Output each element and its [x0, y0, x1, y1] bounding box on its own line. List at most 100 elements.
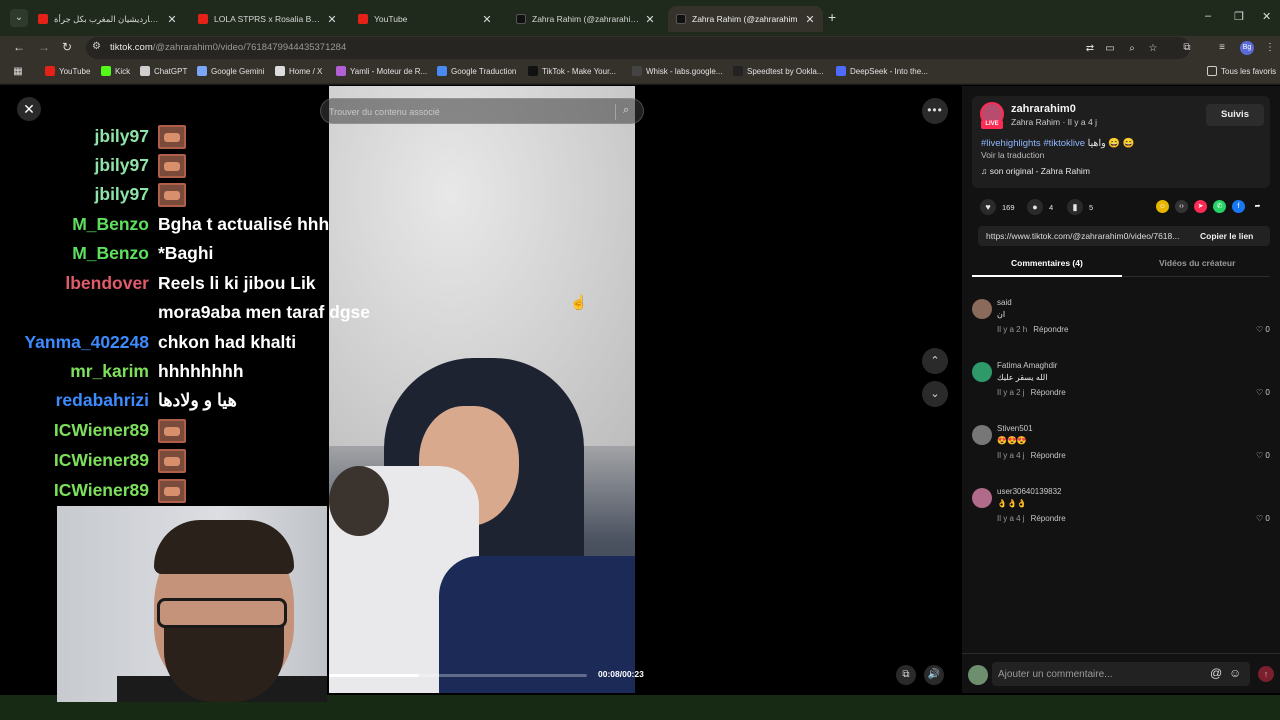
commenter-name[interactable]: user30640139832	[997, 487, 1062, 496]
zoom-icon[interactable]: ⌕	[1126, 43, 1138, 55]
close-tab-icon[interactable]: ✕	[167, 13, 177, 26]
site-info-icon[interactable]: ⚙	[92, 41, 104, 53]
restore-icon[interactable]: ❐	[1234, 10, 1244, 23]
close-tab-icon[interactable]: ✕	[645, 13, 655, 26]
share-arrow-icon[interactable]: ➦	[1251, 200, 1264, 213]
emoji-share-icon[interactable]: ☺	[1156, 200, 1169, 213]
bookmark-item[interactable]: TikTok - Make Your...	[528, 66, 616, 76]
next-video-button[interactable]: ⌄	[922, 381, 948, 407]
commenter-name[interactable]: Fatima Amaghdir	[997, 361, 1057, 370]
commenter-avatar[interactable]	[972, 362, 992, 382]
video-link-text[interactable]: https://www.tiktok.com/@zahrarahim0/vide…	[986, 231, 1188, 241]
bookmark-item[interactable]: Speedtest by Ookla...	[733, 66, 824, 76]
commenter-name[interactable]: said	[997, 298, 1012, 307]
bookmark-favicon-icon	[836, 66, 846, 76]
bookmark-item[interactable]: Whisk - labs.google...	[632, 66, 722, 76]
close-tab-icon[interactable]: ✕	[482, 13, 492, 26]
tab-comments[interactable]: Commentaires (4)	[1011, 258, 1083, 268]
commenter-avatar[interactable]	[972, 425, 992, 445]
floating-player-icon[interactable]: ⧉	[896, 665, 916, 685]
comment-like-count: 0	[1265, 388, 1270, 397]
address-bar[interactable]: ⚙ tiktok.com/@zahrarahim0/video/76184799…	[86, 37, 1190, 59]
embed-icon[interactable]: ‹›	[1175, 200, 1188, 213]
cast-icon[interactable]: ▭	[1104, 43, 1116, 55]
browser-tab[interactable]: Zahra Rahim (@zahrarahim0) on ✕	[508, 6, 663, 32]
copy-link-button[interactable]: Copier le lien	[1200, 231, 1253, 241]
bookmarks-bar: ▦ YouTube Kick ChatGPT Google Gemini Home / …	[0, 60, 1280, 84]
browser-tab[interactable]: YouTube ✕	[350, 6, 500, 32]
following-button[interactable]: Suivis	[1206, 104, 1264, 126]
sound-link[interactable]: ♫ son original - Zahra Rahim	[981, 166, 1090, 176]
related-search-box[interactable]: ⌕	[320, 98, 644, 124]
comment-like-button[interactable]: ♡ 0	[1256, 325, 1270, 334]
save-button[interactable]: ▮ 5	[1067, 199, 1093, 215]
heart-icon: ♥	[980, 199, 996, 215]
minimize-icon[interactable]: –	[1205, 10, 1211, 22]
whatsapp-icon[interactable]: ✆	[1213, 200, 1226, 213]
hashtag-links[interactable]: #livehighlights #tiktoklive	[981, 138, 1085, 149]
close-tab-icon[interactable]: ✕	[327, 13, 337, 26]
tiktok-favicon-icon	[676, 14, 686, 24]
back-icon[interactable]: ←	[12, 40, 26, 54]
translate-icon[interactable]: ⇄	[1084, 43, 1096, 55]
extensions-icon[interactable]: ⧉	[1181, 42, 1193, 54]
tab-creator-videos[interactable]: Vidéos du créateur	[1159, 258, 1235, 268]
commenter-avatar[interactable]	[972, 488, 992, 508]
close-video-button[interactable]: ✕	[17, 97, 41, 121]
reload-icon[interactable]: ↻	[60, 40, 74, 54]
browser-tab[interactable]: كيم كارديشيان المغرب بكل جرأة... ✕	[30, 6, 185, 32]
comment-like-button[interactable]: ♡ 0	[1256, 514, 1270, 523]
all-bookmarks-folder[interactable]: Tous les favoris	[1207, 66, 1276, 76]
forward-icon[interactable]: →	[37, 40, 51, 54]
creator-username[interactable]: zahrarahim0	[1011, 103, 1076, 115]
bookmark-item[interactable]: Google Gemini	[197, 66, 264, 76]
bookmark-item[interactable]: Kick	[101, 66, 130, 76]
comment-meta: Il y a 2 h Répondre	[997, 325, 1068, 334]
previous-video-button[interactable]: ⌃	[922, 348, 948, 374]
bookmark-star-icon[interactable]: ☆	[1147, 43, 1159, 55]
related-search-input[interactable]	[329, 104, 609, 120]
media-control-icon[interactable]: ≡	[1216, 42, 1228, 54]
see-translation-link[interactable]: Voir la traduction	[981, 150, 1044, 160]
send-to-friends-icon[interactable]: ➤	[1194, 200, 1207, 213]
facebook-icon[interactable]: f	[1232, 200, 1245, 213]
bookmark-item[interactable]: YouTube	[45, 66, 90, 76]
more-options-button[interactable]: •••	[922, 98, 948, 124]
commenter-avatar[interactable]	[972, 299, 992, 319]
chat-message: mr_karim hhhhhhhh	[0, 357, 400, 385]
video-progress-bar[interactable]	[329, 674, 587, 677]
music-note-icon: ♫	[981, 166, 988, 176]
new-tab-button[interactable]: +	[828, 9, 836, 25]
browser-menu-icon[interactable]: ⋮	[1264, 42, 1276, 54]
heart-outline-icon: ♡	[1256, 514, 1266, 523]
comment-like-button[interactable]: ♡ 0	[1256, 451, 1270, 460]
bookmark-item[interactable]: Google Traduction	[437, 66, 516, 76]
reply-button[interactable]: Répondre	[1031, 388, 1066, 397]
bookmark-item[interactable]: Yamli - Moteur de R...	[336, 66, 427, 76]
like-button[interactable]: ♥ 169	[980, 199, 1015, 215]
tab-search-chevron-icon[interactable]: ⌄	[10, 9, 28, 27]
bookmark-item[interactable]: DeepSeek - Into the...	[836, 66, 928, 76]
commenter-name[interactable]: Stiven501	[997, 424, 1033, 433]
mention-icon[interactable]: @	[1210, 666, 1222, 680]
volume-icon[interactable]: 🔊	[924, 665, 944, 685]
apps-grid-icon[interactable]: ▦	[12, 66, 24, 78]
bookmark-item[interactable]: Home / X	[275, 66, 322, 76]
close-tab-icon[interactable]: ✕	[805, 13, 815, 26]
reply-button[interactable]: Répondre	[1033, 325, 1068, 334]
browser-tab[interactable]: Zahra Rahim (@zahrarahim ✕	[668, 6, 823, 32]
comment-button[interactable]: ● 4	[1027, 199, 1053, 215]
bookmark-item[interactable]: ChatGPT	[140, 66, 187, 76]
reply-button[interactable]: Répondre	[1031, 451, 1066, 460]
emoji-icon[interactable]: ☺	[1229, 666, 1241, 680]
close-window-icon[interactable]: ✕	[1262, 10, 1271, 23]
comment-input-box[interactable]: @ ☺	[992, 662, 1250, 686]
post-comment-button[interactable]: ↑	[1258, 666, 1274, 682]
browser-tab[interactable]: LOLA STPRS x Rosalia BAGDAD ✕	[190, 6, 345, 32]
reply-button[interactable]: Répondre	[1031, 514, 1066, 523]
comment-like-button[interactable]: ♡ 0	[1256, 388, 1270, 397]
url-path: /@zahrarahim0/video/7618479944435371284	[152, 42, 347, 53]
comment-input[interactable]	[998, 666, 1198, 682]
profile-avatar[interactable]: Bg	[1240, 41, 1254, 55]
search-icon[interactable]: ⌕	[623, 104, 629, 117]
